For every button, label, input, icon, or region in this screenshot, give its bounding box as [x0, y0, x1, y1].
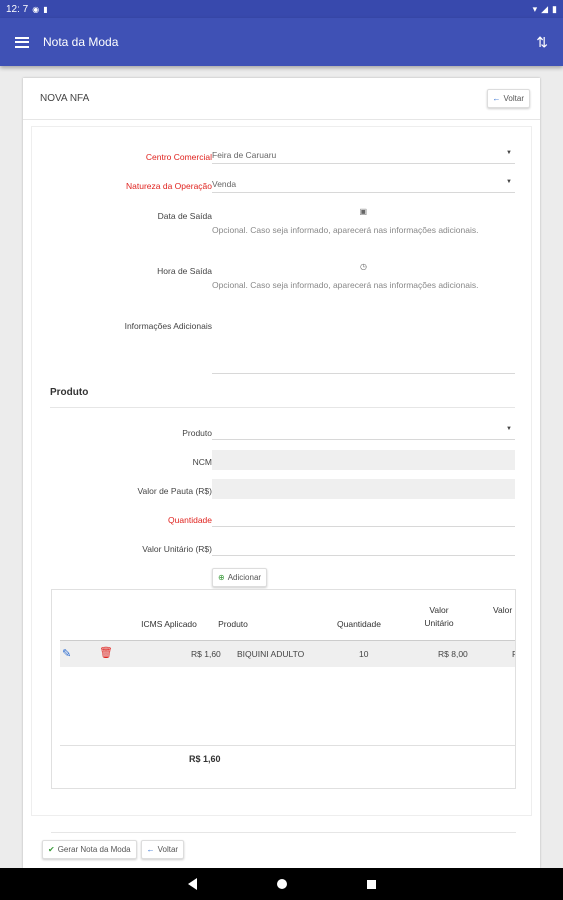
gerar-nota-label: Gerar Nota da Moda [57, 845, 131, 854]
footer-back-button[interactable]: ← Voltar [140, 840, 185, 859]
sd-card-icon: ▮ [43, 4, 48, 14]
valor-unitario-label: Valor Unitário (R$) [142, 544, 212, 554]
section-divider [50, 407, 515, 408]
data-saida-help: Opcional. Caso seja informado, aparecerá… [212, 225, 479, 235]
add-button[interactable]: ⊕ Adicionar [212, 568, 268, 587]
valor-unitario-input[interactable] [212, 539, 515, 556]
centro-value: Feira de Caruaru [212, 150, 277, 160]
dropdown-arrow-icon: ▼ [506, 150, 512, 156]
cell-produto: BIQUINI ADULTO [237, 649, 305, 659]
nfa-card: NOVA NFA ← Voltar Centro Comercial Feira… [23, 78, 540, 868]
card-title: NOVA NFA [40, 93, 90, 104]
natureza-select[interactable]: Venda ▼ [212, 176, 515, 193]
natureza-value: Venda [212, 179, 237, 189]
cell-icms: R$ 1,60 [191, 649, 221, 659]
wifi-icon: ▾ [532, 3, 538, 14]
nav-home-icon[interactable] [276, 879, 287, 889]
back-button[interactable]: ← Voltar [486, 89, 530, 108]
produto-section-title: Produto [50, 387, 89, 398]
centro-select[interactable]: Feira de Caruaru ▼ [212, 147, 515, 164]
system-nav-bar [0, 868, 563, 900]
hora-saida-help: Opcional. Caso seja informado, aparecerá… [212, 280, 479, 290]
clock-icon[interactable]: ◷ [360, 262, 367, 271]
status-bar: 12: 7 ◉ ▮ ▾ ◢ ▮ [0, 0, 563, 18]
arrow-left-icon: ← [492, 94, 501, 103]
arrow-left-icon: ← [146, 845, 155, 854]
table-row: ✎ 🗑 R$ 1,60 BIQUINI ADULTO 10 R$ 8,00 F [60, 641, 515, 667]
cell-quantidade: 10 [359, 649, 369, 659]
column-header: Valor Pa [493, 605, 515, 615]
column-header: ICMS Aplicado [141, 619, 197, 629]
add-button-label: Adicionar [227, 573, 262, 582]
sort-icon[interactable]: ⇅ [536, 34, 548, 51]
status-time: 12: 7 [6, 3, 29, 15]
bottom-divider [51, 832, 516, 833]
back-button-label: Voltar [503, 94, 524, 103]
nav-recents-icon[interactable] [366, 879, 376, 889]
info-adicionais-textarea[interactable] [212, 316, 515, 374]
footer-back-label: Voltar [157, 845, 179, 854]
dropdown-arrow-icon: ▼ [506, 179, 512, 185]
ncm-label: NCM [192, 457, 212, 467]
quantidade-input[interactable] [212, 510, 515, 527]
nav-back-icon[interactable] [187, 878, 197, 890]
cell-partial: F [512, 649, 515, 659]
cell-unitario: R$ 8,00 [438, 649, 468, 659]
bottom-actions: ✔ Gerar Nota da Moda ← Voltar [42, 840, 185, 859]
trash-icon[interactable]: 🗑 [99, 646, 113, 659]
items-table: ICMS Aplicado Produto Quantidade Valor U… [51, 589, 516, 789]
menu-icon[interactable] [15, 36, 29, 48]
app-title: Nota da Moda [43, 35, 119, 49]
ncm-field [212, 450, 515, 470]
info-adicionais-label: Informações Adicionais [124, 321, 212, 331]
edit-icon[interactable]: ✎ [62, 647, 71, 660]
app-bar: Nota da Moda ⇅ [0, 18, 563, 66]
column-header: Valor Unitário [424, 605, 454, 628]
battery-icon: ▮ [552, 3, 557, 14]
table-total: R$ 1,60 [189, 754, 221, 764]
dropdown-arrow-icon: ▼ [506, 426, 512, 432]
hora-saida-input[interactable]: ◷ [212, 261, 515, 278]
centro-label: Centro Comercial [145, 152, 212, 162]
column-header: Produto [218, 619, 248, 629]
valor-pauta-field [212, 479, 515, 499]
card-header: NOVA NFA ← Voltar [23, 78, 540, 120]
data-saida-input[interactable]: ▣ [212, 206, 515, 223]
quantidade-label: Quantidade [168, 515, 212, 525]
column-header: Quantidade [337, 619, 381, 629]
calendar-icon[interactable]: ▣ [359, 207, 367, 216]
form-area: Centro Comercial Feira de Caruaru ▼ Natu… [31, 126, 532, 833]
gerar-nota-button[interactable]: ✔ Gerar Nota da Moda [42, 840, 137, 859]
notification-icon: ◉ [32, 4, 40, 14]
produto-select[interactable]: ▼ [212, 423, 515, 440]
produto-label: Produto [182, 428, 212, 438]
natureza-label: Natureza da Operação [126, 181, 212, 191]
hora-saida-label: Hora de Saída [157, 266, 212, 276]
data-saida-label: Data de Saída [157, 211, 212, 221]
signal-icon: ◢ [541, 3, 549, 14]
plus-circle-icon: ⊕ [218, 573, 225, 582]
check-icon: ✔ [48, 845, 55, 854]
valor-pauta-label: Valor de Pauta (R$) [137, 486, 213, 496]
table-footer-divider [60, 745, 515, 746]
